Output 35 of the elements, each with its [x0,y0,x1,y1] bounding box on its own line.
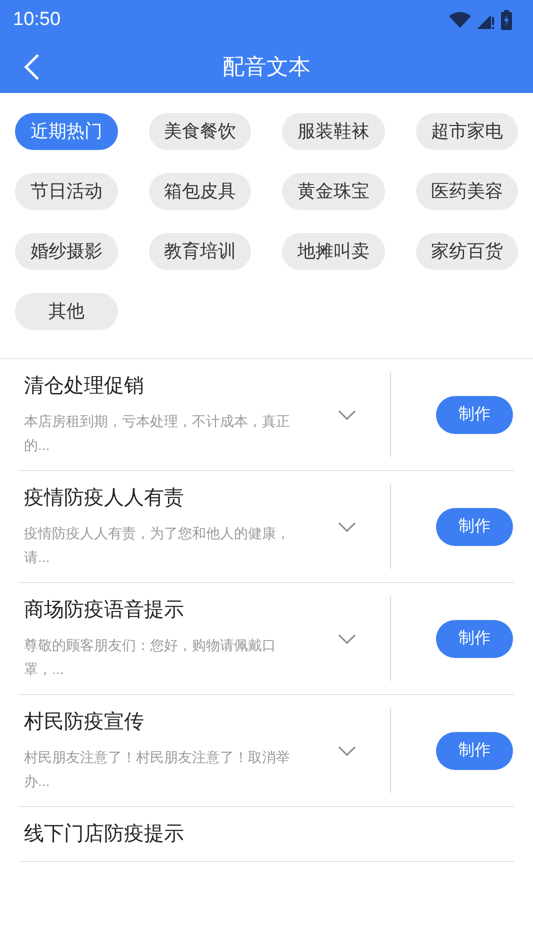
back-icon [24,53,40,81]
category-chip[interactable]: 医药美容 [416,173,518,210]
make-button[interactable]: 制作 [436,396,513,434]
category-chip[interactable]: 近期热门 [15,113,118,150]
script-title[interactable]: 商场防疫语音提示 [24,596,338,624]
category-chip[interactable]: 地摊叫卖 [282,233,384,270]
script-description: 本店房租到期，亏本处理，不计成本，真正的... [24,412,291,455]
status-time: 10:50 [13,8,61,32]
make-button[interactable]: 制作 [436,508,513,546]
chevron-down-icon[interactable] [338,634,356,644]
script-description: 疫情防疫人人有责，为了您和他人的健康，请... [24,524,291,567]
make-button[interactable]: 制作 [436,732,513,770]
make-button[interactable]: 制作 [436,620,513,658]
category-chip[interactable]: 箱包皮具 [148,173,251,210]
wifi-icon [449,12,471,28]
category-chip[interactable]: 其他 [15,293,118,330]
script-title[interactable]: 疫情防疫人人有责 [24,484,338,512]
category-chip[interactable]: 教育培训 [148,233,251,270]
category-chip[interactable]: 美食餐饮 [148,113,251,150]
category-chip[interactable]: 婚纱摄影 [15,233,118,270]
chevron-down-icon[interactable] [338,522,356,532]
script-description: 尊敬的顾客朋友们：您好，购物请佩戴口罩，... [24,636,277,679]
chevron-down-icon[interactable] [338,746,356,756]
page-title: 配音文本 [222,53,310,81]
script-title[interactable]: 清仓处理促销 [24,372,338,400]
script-description: 村民朋友注意了！村民朋友注意了！取消举办... [24,748,291,791]
category-chip[interactable]: 服装鞋袜 [282,113,384,150]
category-chip[interactable]: 家纺百货 [416,233,518,270]
category-chip[interactable]: 节日活动 [15,173,118,210]
chevron-down-icon[interactable] [338,410,356,420]
category-chip[interactable]: 黄金珠宝 [282,173,384,210]
script-title[interactable]: 村民防疫宣传 [24,708,338,736]
category-chip[interactable]: 超市家电 [416,113,518,150]
battery-icon [501,10,512,30]
script-title[interactable]: 线下门店防疫提示 [24,820,480,848]
